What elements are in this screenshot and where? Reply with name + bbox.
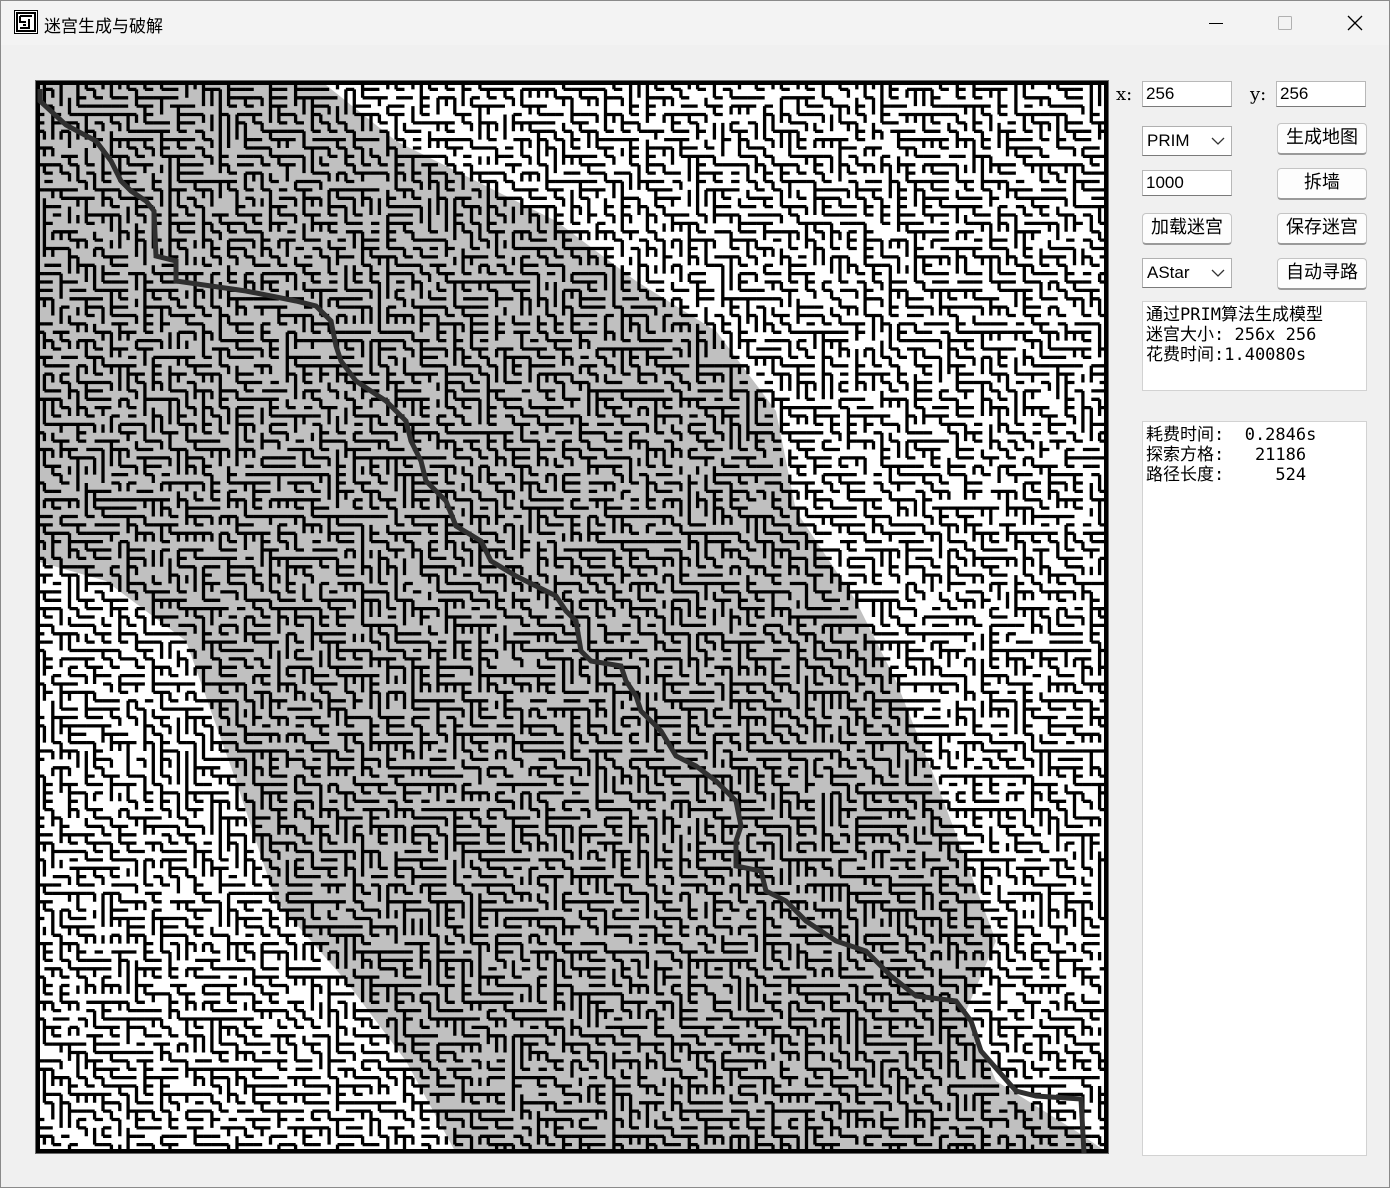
minimize-button[interactable] [1181,1,1251,45]
maze-canvas[interactable] [35,80,1109,1154]
close-icon [1347,15,1363,31]
generate-map-button[interactable]: 生成地图 [1277,123,1367,155]
solve-info-line: 耗费时间: 0.2846s [1146,425,1317,445]
title-bar[interactable]: 迷宫生成与破解 [1,1,1389,45]
solve-info-line: 探索方格: 21186 [1146,445,1307,465]
auto-solve-button[interactable]: 自动寻路 [1277,258,1367,290]
generation-algorithm-select[interactable]: PRIM [1142,126,1232,156]
solver-algorithm-value: AStar [1147,263,1190,282]
solve-info-panel: 耗费时间: 0.2846s 探索方格: 21186 路径长度: 524 [1142,421,1367,1156]
main-window: 迷宫生成与破解 x: 256 y: 256 PRIM 生成地图 1000 拆墙 … [0,0,1390,1188]
generation-algorithm-value: PRIM [1147,131,1190,150]
generation-info-line: 通过PRIM算法生成模型 [1146,305,1323,325]
save-maze-button[interactable]: 保存迷宫 [1277,213,1367,245]
y-label: y: [1250,84,1267,105]
generation-info-panel: 通过PRIM算法生成模型 迷宫大小: 256x 256 花费时间:1.40080… [1142,301,1367,391]
maximize-icon [1278,16,1292,30]
maximize-button[interactable] [1250,1,1320,45]
chevron-down-icon [1211,137,1225,145]
wall-count-input[interactable]: 1000 [1142,170,1232,196]
close-button[interactable] [1320,1,1390,45]
minimize-icon [1209,23,1223,24]
solve-info-line: 路径长度: 524 [1146,465,1307,485]
maze-drawing [36,81,1108,1153]
remove-walls-button[interactable]: 拆墙 [1277,168,1367,200]
load-maze-button[interactable]: 加载迷宫 [1142,213,1232,245]
maze-app-icon [14,10,38,34]
solver-algorithm-select[interactable]: AStar [1142,258,1232,288]
chevron-down-icon [1211,269,1225,277]
x-label: x: [1116,84,1133,105]
generation-info-line: 迷宫大小: 256x 256 [1146,325,1317,345]
window-title: 迷宫生成与破解 [44,17,163,37]
maze-width-input[interactable]: 256 [1142,81,1232,107]
generation-info-line: 花费时间:1.40080s [1146,345,1307,365]
maze-height-input[interactable]: 256 [1276,81,1366,107]
